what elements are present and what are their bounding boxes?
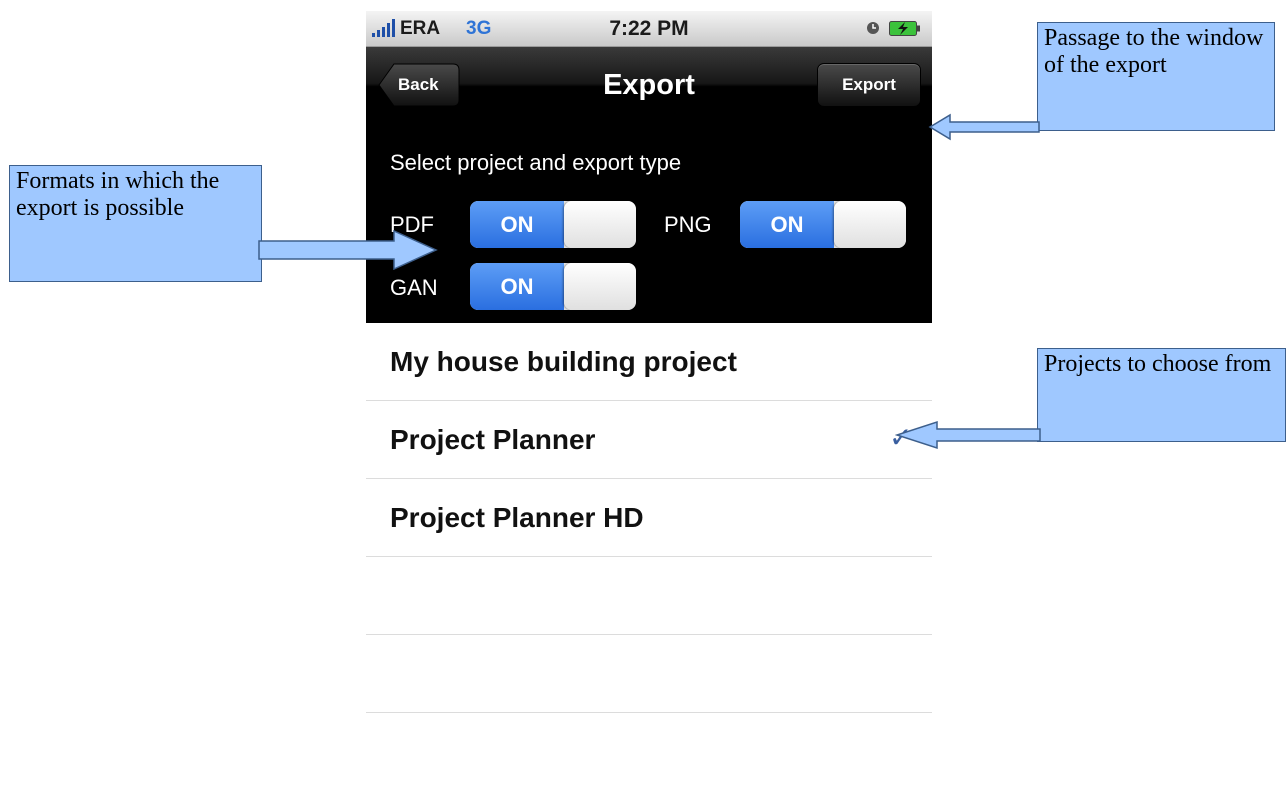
callout-export-window: Passage to the window of the export	[1037, 22, 1275, 131]
options-heading: Select project and export type	[390, 150, 682, 175]
pdf-toggle[interactable]: ON	[470, 201, 636, 248]
gan-toggle[interactable]: ON	[470, 263, 636, 310]
callout-projects: Projects to choose from	[1037, 348, 1286, 442]
png-toggle[interactable]: ON	[740, 201, 906, 248]
navigation-bar: Back Export Export	[366, 47, 932, 123]
phone-screen: ERA 3G 7:22 PM Back Export Export Select…	[366, 11, 932, 713]
project-name: Project Planner	[390, 424, 596, 455]
project-name: My house building project	[390, 346, 737, 377]
battery-charging-icon	[889, 21, 920, 36]
arrow-to-format-toggles	[258, 230, 438, 270]
status-bar: ERA 3G 7:22 PM	[366, 11, 932, 47]
pdf-toggle-knob	[564, 201, 636, 248]
status-time: 7:22 PM	[609, 17, 689, 40]
list-item[interactable]: Project Planner HD	[366, 479, 932, 557]
gan-toggle-state: ON	[470, 263, 564, 310]
export-options-panel: Select project and export type PDF ON PN…	[366, 123, 932, 323]
list-item[interactable]: Project Planner ✓	[366, 401, 932, 479]
png-toggle-state: ON	[740, 201, 834, 248]
arrow-to-export-button	[928, 113, 1040, 141]
gan-toggle-knob	[564, 263, 636, 310]
empty-list-row	[366, 557, 932, 635]
png-toggle-knob	[834, 201, 906, 248]
arrow-to-project-list	[895, 420, 1041, 450]
format-label-gan: GAN	[390, 275, 438, 300]
export-button[interactable]: Export	[817, 63, 921, 107]
empty-list-row	[366, 635, 932, 713]
project-name: Project Planner HD	[390, 502, 644, 533]
alarm-clock-icon	[867, 22, 879, 34]
callout-formats: Formats in which the export is possible	[9, 165, 262, 282]
format-label-png: PNG	[664, 212, 712, 237]
list-item[interactable]: My house building project	[366, 323, 932, 401]
pdf-toggle-state: ON	[470, 201, 564, 248]
